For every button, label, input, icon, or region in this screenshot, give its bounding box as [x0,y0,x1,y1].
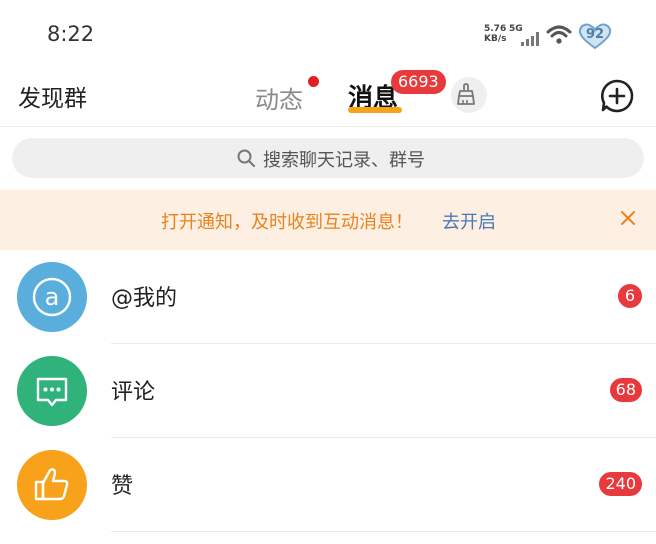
signal-icon [521,32,539,46]
notification-text: 打开通知，及时收到互动消息！ [161,212,413,233]
close-icon[interactable] [617,207,639,229]
list-item-label: 赞 [111,474,134,499]
tab-active-indicator [348,107,402,113]
search-bar[interactable]: 搜索聊天记录、群号 [12,138,644,178]
search-placeholder: 搜索聊天记录、群号 [263,150,425,171]
wifi-icon [546,25,572,44]
network-speed: 5.76 KB/s [484,24,506,44]
divider [111,531,656,532]
at-icon: a [17,262,87,332]
top-nav: 发现群 动态 消息 6693 [0,64,656,127]
notification-banner: 打开通知，及时收到互动消息！ 去开启 [0,190,656,250]
comment-icon [17,356,87,426]
list-item-comments[interactable]: 评论 68 [0,344,656,438]
unread-badge: 240 [599,472,642,496]
unread-badge: 6 [618,284,642,308]
battery-level: 92 [585,27,605,42]
thumbs-up-icon [17,450,87,520]
tab-dynamic-dot [308,76,319,87]
discover-groups-link[interactable]: 发现群 [18,79,87,113]
list-item-likes[interactable]: 赞 240 [0,438,656,532]
list-item-label: 评论 [111,380,156,405]
search-icon [237,149,255,167]
status-bar: 8:22 5.76 KB/s 5G 92 [0,0,656,64]
add-icon[interactable] [598,77,636,115]
svg-text:a: a [45,283,60,311]
enable-notifications-link[interactable]: 去开启 [442,208,496,234]
unread-badge: 68 [609,378,642,402]
messages-badge: 6693 [391,70,446,94]
network-speed-unit: KB/s [484,34,507,44]
status-time: 8:22 [47,22,95,46]
tab-dynamic[interactable]: 动态 [255,80,303,115]
network-speed-value: 5.76 [484,24,507,34]
clear-unread-button[interactable] [451,77,487,113]
broom-icon [457,83,475,105]
list-item-mentions[interactable]: a @我的 6 [0,250,656,344]
list-item-label: @我的 [111,286,178,311]
